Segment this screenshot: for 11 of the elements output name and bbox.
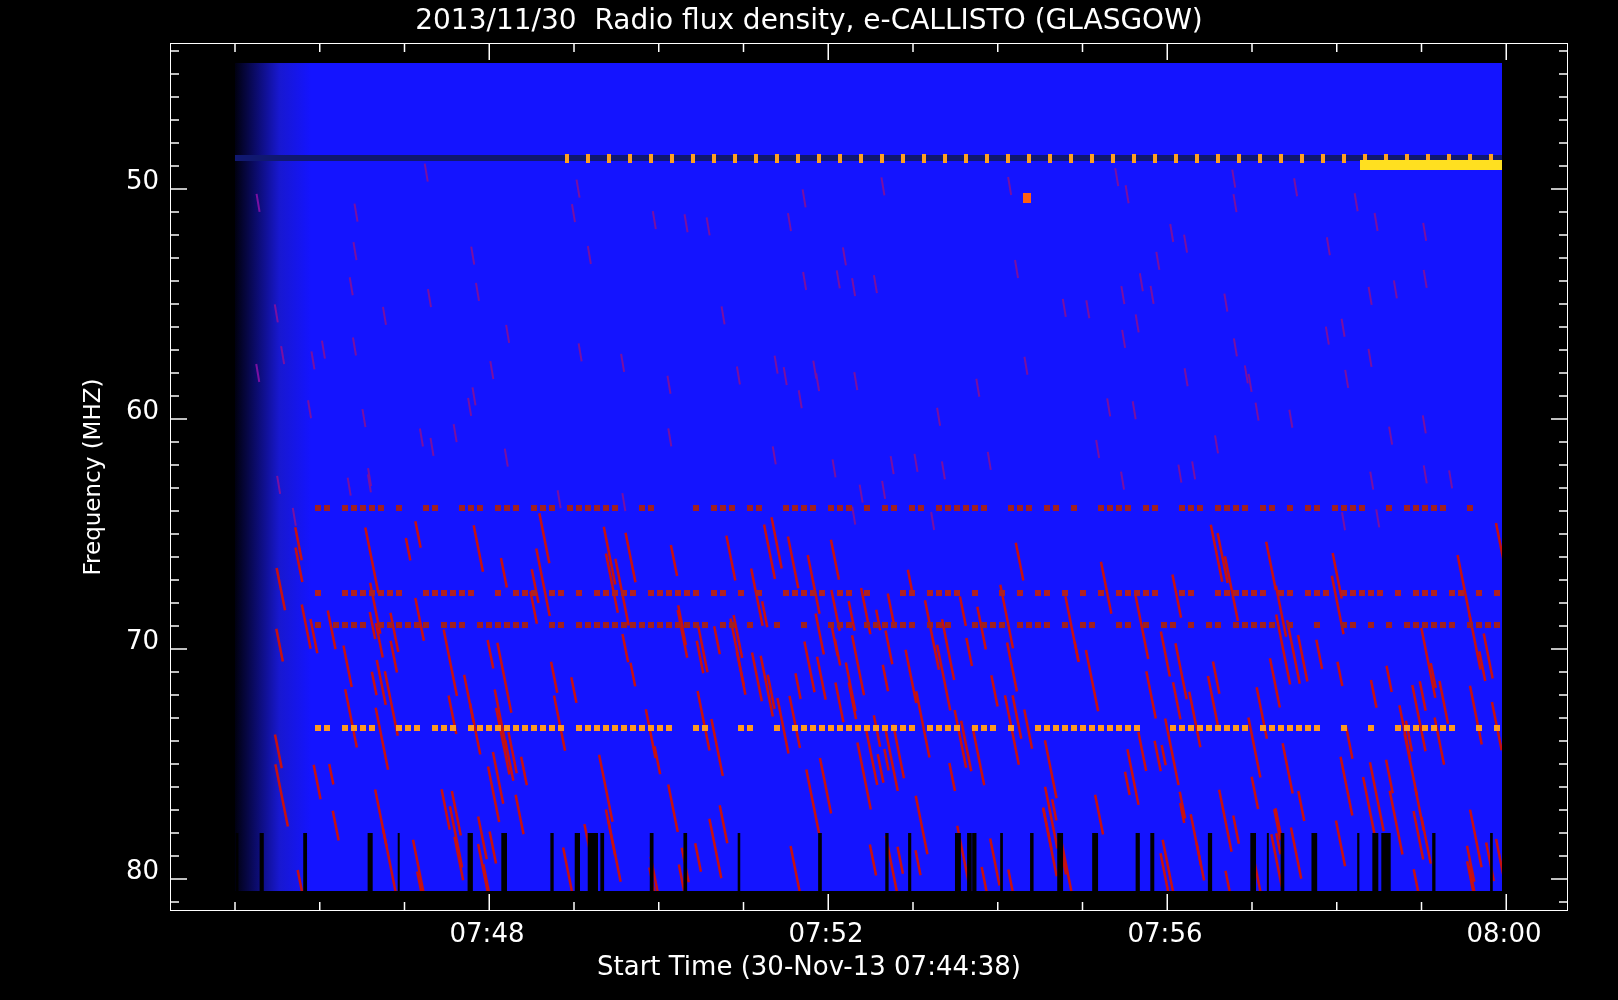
x-axis-label: Start Time (30-Nov-13 07:44:38) bbox=[597, 951, 1021, 981]
y-tick-label: 60 bbox=[125, 395, 159, 425]
x-tick-label: 07:56 bbox=[1127, 918, 1203, 948]
y-tick-label: 50 bbox=[125, 165, 159, 195]
y-tick-label: 70 bbox=[125, 625, 159, 655]
chart-title: 2013/11/30 Radio flux density, e-CALLISTO (GLASGOW) bbox=[415, 2, 1203, 38]
y-tick-label: 80 bbox=[125, 855, 159, 885]
y-axis-label: Frequency (MHZ) bbox=[79, 378, 105, 576]
x-tick-label: 08:00 bbox=[1466, 918, 1542, 948]
x-tick-label: 07:48 bbox=[449, 918, 525, 948]
x-tick-label: 07:52 bbox=[788, 918, 864, 948]
